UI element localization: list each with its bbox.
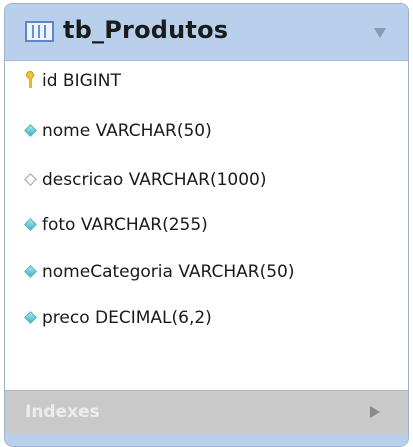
filled-diamond-icon [24,218,37,231]
table-icon [25,21,54,42]
primary-key-icon [26,71,34,91]
column-name: nomeCategoria VARCHAR(50) [42,262,295,282]
column-name: nome VARCHAR(50) [42,121,212,141]
column-row[interactable]: nomeCategoria VARCHAR(50) [5,259,408,287]
column-row[interactable]: preco DECIMAL(6,2) [5,305,408,333]
column-name: preco DECIMAL(6,2) [42,308,212,328]
column-name: foto VARCHAR(255) [42,215,208,235]
column-row[interactable]: foto VARCHAR(255) [5,212,408,240]
triangle-right-icon[interactable] [370,406,380,418]
table-title: tb_Produtos [63,16,229,44]
column-name: id BIGINT [42,71,121,91]
table-header[interactable]: tb_Produtos [5,4,408,61]
collapse-icon[interactable] [374,28,386,38]
column-list: id BIGINT nome VARCHAR(50) descricao VAR… [5,60,408,390]
column-row[interactable]: nome VARCHAR(50) [5,118,408,146]
filled-diamond-icon [24,311,37,324]
table-footer [5,434,408,446]
filled-diamond-icon [24,265,37,278]
column-row[interactable]: id BIGINT [5,68,408,96]
table-card-tb-produtos[interactable]: tb_Produtos id BIGINT nome VARCHAR(50) d… [4,3,409,447]
column-name: descricao VARCHAR(1000) [42,170,267,190]
indexes-label: Indexes [25,402,100,422]
indexes-section[interactable]: Indexes [5,390,408,435]
column-row[interactable]: descricao VARCHAR(1000) [5,167,408,195]
hollow-diamond-icon [24,173,37,186]
filled-diamond-icon [24,124,37,137]
